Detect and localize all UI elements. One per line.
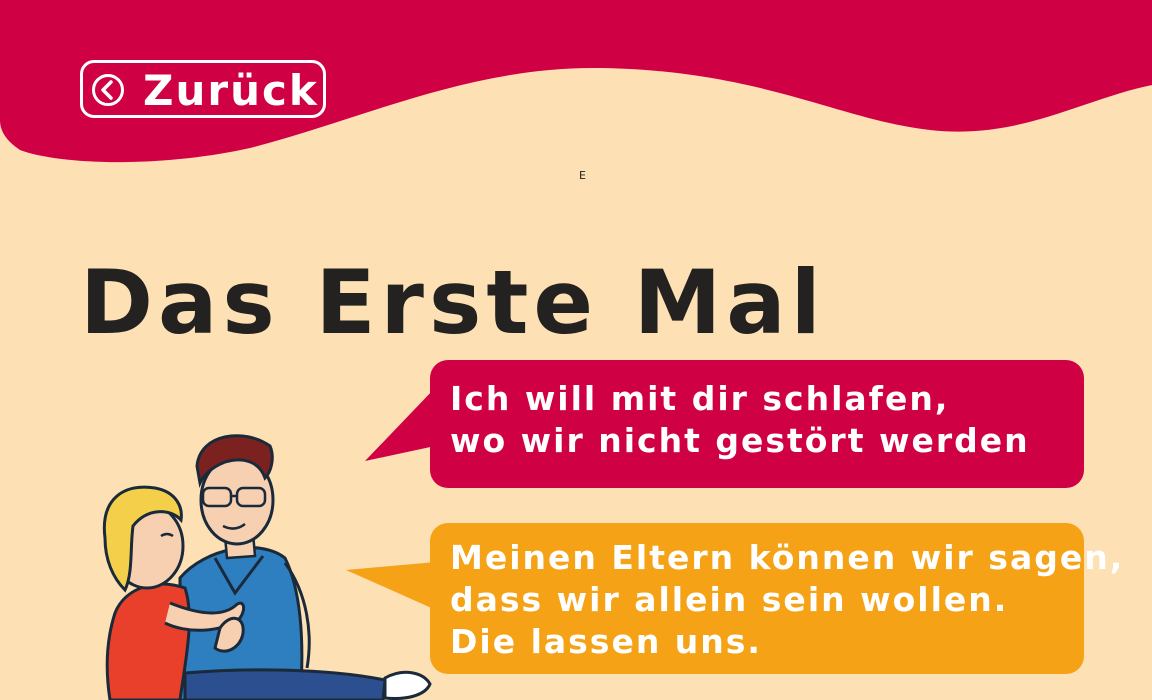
speech-bubble-1: Ich will mit dir schlafen, wo wir nicht … [430,360,1084,488]
bubble-1-line-2: wo wir nicht gestört werden [450,421,1030,460]
bubble-2-line-1: Meinen Eltern können wir sagen, [450,538,1125,577]
page-title: Das Erste Mal [80,251,826,354]
woman-shirt [105,582,191,700]
bubble-1-line-1: Ich will mit dir schlafen, [450,379,950,418]
back-button[interactable]: Zurück [80,60,326,118]
speech-bubble-2: Meinen Eltern können wir sagen, dass wir… [430,523,1125,674]
back-button-label: Zurück [143,66,319,115]
bubble-2-line-3: Die lassen uns. [450,622,762,661]
couple-illustration [102,434,432,700]
bubble-2-line-2: dass wir allein sein wollen. [450,580,1009,619]
letter-marker: E [579,169,586,182]
shoe [383,670,432,700]
circle-chevron-left-icon [92,74,124,106]
man-jeans [183,668,387,700]
